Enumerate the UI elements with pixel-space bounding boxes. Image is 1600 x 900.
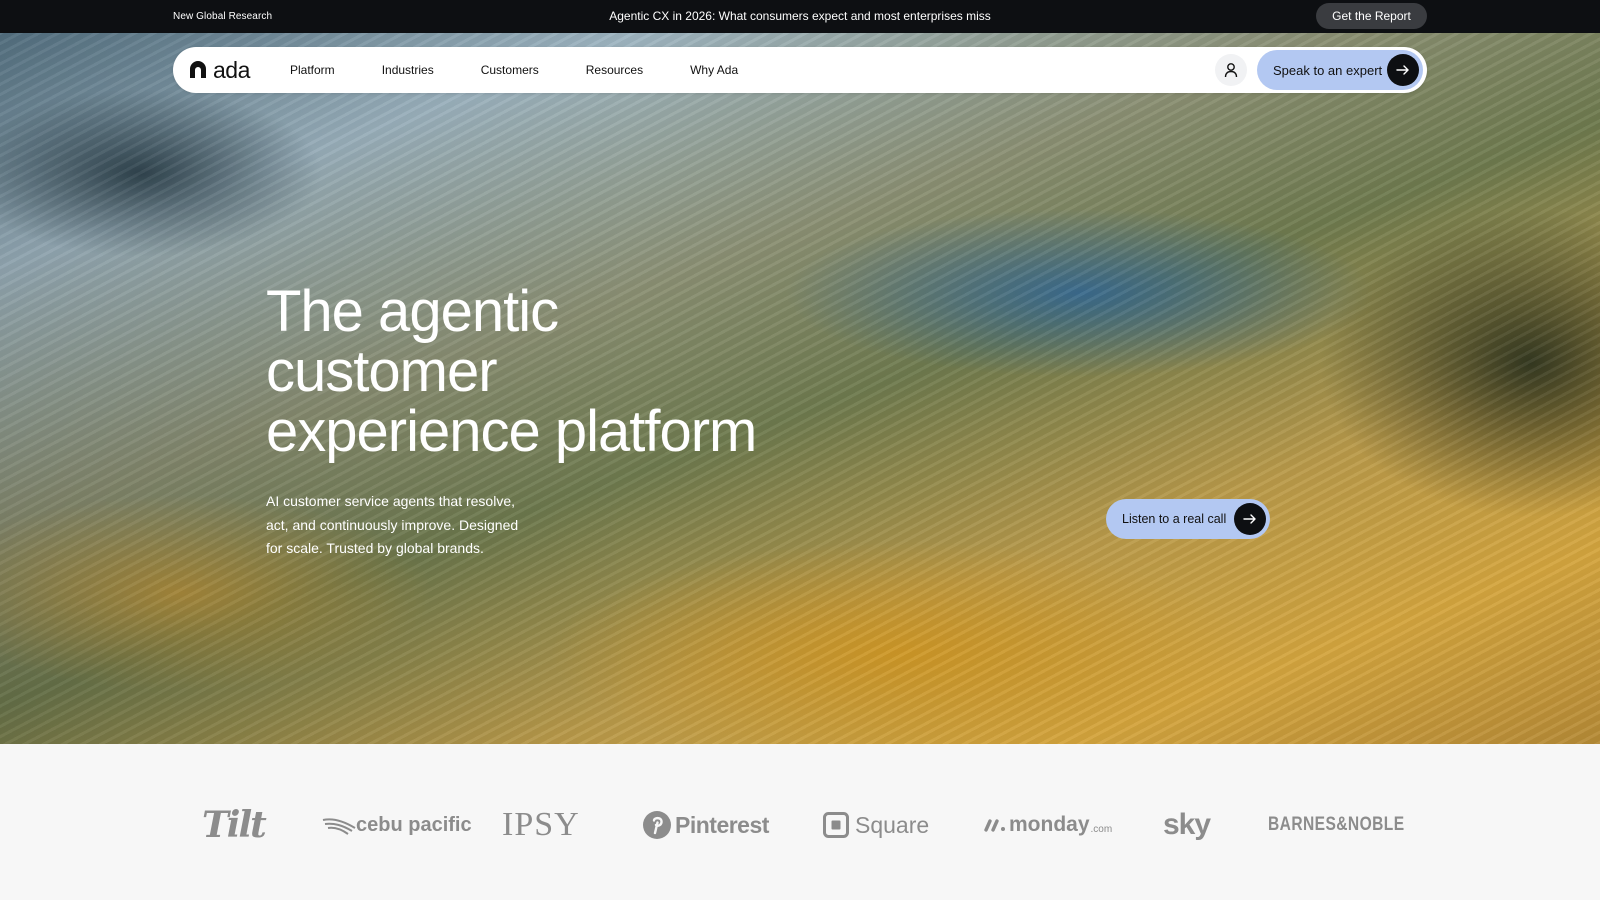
logo-monday-suffix: .com — [1090, 823, 1113, 835]
customer-logos: Tilt cebu pacific IPSY Pinterest Square — [0, 744, 1600, 900]
hero-headline-line-2: customer — [266, 339, 498, 404]
listen-to-call-label: Listen to a real call — [1122, 512, 1227, 526]
logo-pinterest: Pinterest — [642, 804, 769, 846]
logo-tilt-text: Tilt — [202, 804, 267, 846]
logo-square-text: Square — [855, 811, 930, 838]
cebu-swoosh-icon — [322, 818, 356, 835]
logo-tilt: Tilt — [202, 804, 267, 846]
listen-arrow-circle — [1234, 503, 1266, 535]
logo-barnes-text: BARNES&NOBLE — [1268, 814, 1405, 835]
logo-ipsy: IPSY — [502, 804, 580, 846]
nav-item-why-ada[interactable]: Why Ada — [690, 63, 738, 77]
main-nav: ada Platform Industries Customers Resour… — [173, 47, 1427, 93]
logo-square: Square — [823, 804, 929, 846]
logo-barnes-noble: BARNES&NOBLE — [1268, 804, 1404, 846]
hero-headline-line-3: experience platform — [266, 399, 757, 464]
announcement-bar: New Global Research Agentic CX in 2026: … — [0, 0, 1600, 33]
nav-menu: Platform Industries Customers Resources … — [290, 47, 785, 93]
account-button[interactable] — [1215, 54, 1247, 86]
get-report-button[interactable]: Get the Report — [1316, 3, 1427, 29]
square-logo-icon — [823, 812, 849, 838]
nav-item-customers[interactable]: Customers — [481, 63, 539, 77]
listen-to-call-button[interactable]: Listen to a real call — [1106, 499, 1270, 539]
user-icon — [1224, 63, 1238, 78]
logo-sky-text: sky — [1163, 808, 1211, 841]
arrow-right-icon — [1396, 65, 1409, 75]
nav-item-platform[interactable]: Platform — [290, 63, 335, 77]
pinterest-p-icon — [643, 811, 671, 839]
ada-logo-mark-icon — [190, 61, 206, 78]
logo-monday: monday .com — [983, 804, 1112, 846]
ada-logo[interactable]: ada — [189, 57, 250, 83]
brand-name: ada — [213, 56, 250, 83]
speak-to-expert-button[interactable]: Speak to an expert — [1257, 50, 1423, 90]
logo-pinterest-text: Pinterest — [675, 811, 769, 838]
nav-item-resources[interactable]: Resources — [586, 63, 643, 77]
logo-monday-text: monday — [1009, 813, 1090, 836]
logo-cebu-text: cebu pacific — [356, 813, 472, 836]
nav-item-industries[interactable]: Industries — [382, 63, 434, 77]
speak-to-expert-label: Speak to an expert — [1273, 62, 1383, 78]
hero-subtext: AI customer service agents that resolve,… — [266, 493, 519, 556]
logo-ipsy-text: IPSY — [502, 806, 580, 843]
monday-mark-icon — [984, 819, 1005, 832]
cta-arrow-circle — [1387, 54, 1419, 86]
logo-cebu-pacific: cebu pacific — [322, 804, 472, 846]
arrow-right-icon — [1243, 514, 1256, 524]
logo-sky: sky — [1163, 804, 1211, 846]
hero-headline-line-1: The agentic — [266, 279, 559, 344]
hero-headline: The agentic customer experience platform — [266, 282, 886, 462]
